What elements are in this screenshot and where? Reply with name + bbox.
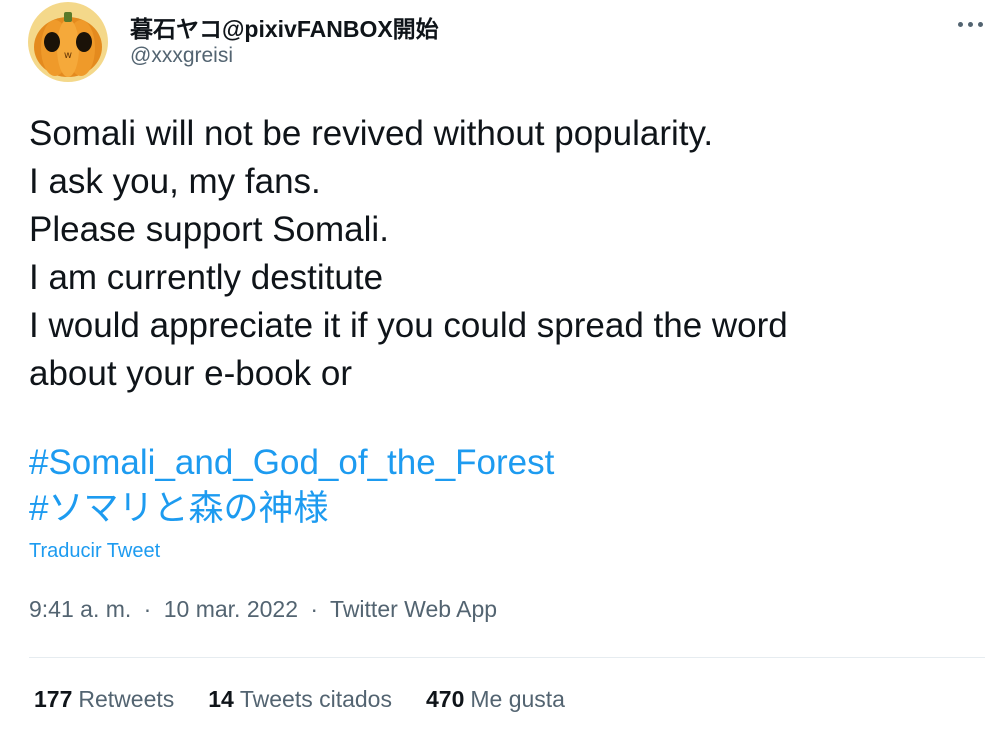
tweet-text-line: I would appreciate it if you could sprea… <box>29 306 788 345</box>
retweets-label: Retweets <box>78 686 175 712</box>
retweets-stat[interactable]: 177 Retweets <box>34 686 174 713</box>
hashtag-list: #Somali_and_God_of_the_Forest #ソマリと森の神様 <box>29 440 554 532</box>
tweet-stats: 177 Retweets 14 Tweets citados 470 Me gusta <box>34 686 565 713</box>
tweet-text: Somali will not be revived without popul… <box>29 110 969 398</box>
tweet-text-line: Somali will not be revived without popul… <box>29 114 714 153</box>
likes-label: Me gusta <box>470 686 565 712</box>
more-dot <box>977 21 983 27</box>
meta-separator: · <box>310 596 319 622</box>
more-options-icon[interactable] <box>948 10 992 38</box>
tweet-meta: 9:41 a. m. · 10 mar. 2022 · Twitter Web … <box>29 596 497 623</box>
tweet-text-line: Please support Somali. <box>29 210 389 249</box>
hashtag-link[interactable]: #ソマリと森の神様 <box>29 486 554 532</box>
tweet-date[interactable]: 10 mar. 2022 <box>164 596 298 622</box>
tweet-text-line: I am currently destitute <box>29 258 384 297</box>
translate-tweet-link[interactable]: Traducir Tweet <box>29 540 160 563</box>
divider <box>29 657 985 658</box>
author-display-name[interactable]: 暮石ヤコ@pixivFANBOX開始 <box>130 10 439 44</box>
tweet-time[interactable]: 9:41 a. m. <box>29 596 131 622</box>
retweets-count: 177 <box>34 686 73 712</box>
quote-tweets-count: 14 <box>208 686 234 712</box>
tweet-detail: w 暮石ヤコ@pixivFANBOX開始 @xxxgreisi Somali w… <box>0 0 1000 734</box>
tweet-source[interactable]: Twitter Web App <box>330 596 497 622</box>
pumpkin-avatar-icon: w <box>28 2 108 82</box>
tweet-text-line: I ask you, my fans. <box>29 162 321 201</box>
more-dot <box>957 21 963 27</box>
likes-count: 470 <box>425 686 465 712</box>
meta-separator: · <box>143 596 152 622</box>
quote-tweets-stat[interactable]: 14 Tweets citados <box>208 686 392 713</box>
svg-text:w: w <box>64 50 72 61</box>
likes-stat[interactable]: 470 Me gusta <box>426 686 565 713</box>
avatar[interactable]: w <box>28 2 108 82</box>
more-dot <box>967 21 973 27</box>
hashtag-link[interactable]: #Somali_and_God_of_the_Forest <box>29 440 554 486</box>
author-handle[interactable]: @xxxgreisi <box>130 44 233 68</box>
quote-tweets-label: Tweets citados <box>239 686 392 712</box>
tweet-text-line: about your e-book or <box>29 354 352 393</box>
